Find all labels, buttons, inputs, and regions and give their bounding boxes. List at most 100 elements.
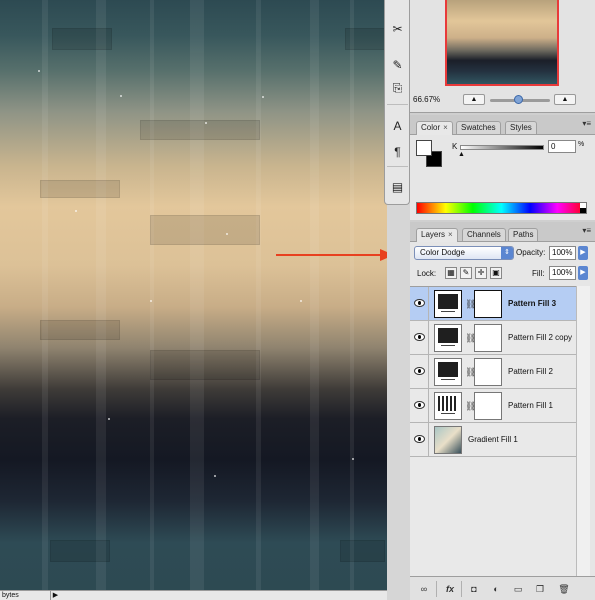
tab-styles[interactable]: Styles — [505, 121, 537, 134]
visibility-toggle[interactable] — [410, 423, 429, 457]
k-channel-label: K — [452, 142, 458, 151]
opacity-field[interactable]: 100% — [549, 246, 576, 260]
zoom-level[interactable]: 66.67% — [413, 95, 440, 104]
layer-mask-thumbnail[interactable] — [474, 358, 502, 386]
layer-row[interactable]: ⛓ Pattern Fill 3 — [410, 287, 576, 321]
link-layers-icon[interactable]: ∞ — [416, 582, 432, 596]
navigator-thumbnail[interactable] — [445, 0, 559, 86]
thumbnail-base — [441, 345, 455, 348]
fx-icon[interactable]: fx — [442, 582, 458, 596]
layer-thumbnail[interactable] — [434, 324, 462, 352]
black-white-swatch[interactable] — [580, 203, 586, 213]
layer-row[interactable]: ⛓ Pattern Fill 1 — [410, 389, 576, 423]
pattern-swatch — [438, 396, 458, 411]
layer-row[interactable]: ⛓ Pattern Fill 2 copy — [410, 321, 576, 355]
new-group-icon[interactable]: ▭ — [510, 582, 526, 596]
annotation-arrow — [276, 249, 387, 261]
dock-divider — [387, 166, 408, 169]
canvas-pattern-block — [345, 28, 385, 50]
layer-name[interactable]: Gradient Fill 1 — [468, 435, 518, 444]
k-channel-value[interactable]: 0 — [548, 140, 576, 153]
layer-list-scrollbar[interactable] — [576, 286, 590, 576]
status-text: bytes — [2, 592, 19, 599]
lock-all-icon[interactable]: ▣ — [490, 267, 502, 279]
fill-label: Fill: — [532, 269, 545, 278]
tab-layers[interactable]: Layers × — [416, 228, 458, 242]
lock-position-icon[interactable]: ✛ — [475, 267, 487, 279]
lock-label: Lock: — [417, 269, 437, 278]
clone-source-icon[interactable]: ⎘ — [388, 79, 407, 98]
visibility-toggle[interactable] — [410, 321, 429, 355]
tab-color[interactable]: Color × — [416, 121, 453, 135]
foreground-color-swatch[interactable] — [416, 140, 432, 156]
color-spectrum-ramp[interactable] — [416, 202, 587, 214]
canvas-speck — [300, 300, 302, 302]
canvas-streak — [96, 0, 106, 590]
fill-slider-arrow-icon[interactable]: ▶ — [578, 266, 588, 280]
status-menu-arrow-icon[interactable]: ▶ — [50, 591, 60, 600]
eye-icon — [414, 299, 425, 307]
tab-paths[interactable]: Paths — [508, 228, 539, 241]
new-layer-icon[interactable]: ❐ — [532, 582, 548, 596]
canvas-pattern-block — [50, 540, 110, 562]
blend-mode-value: Color Dodge — [420, 248, 465, 257]
tab-swatches[interactable]: Swatches — [456, 121, 501, 134]
zoom-out-icon[interactable]: ▲ — [463, 94, 485, 105]
canvas-speck — [108, 418, 110, 420]
canvas-streak — [150, 0, 154, 590]
panel-menu-icon[interactable]: ▾≡ — [582, 226, 591, 235]
canvas-speck — [226, 233, 228, 235]
trash-icon[interactable]: 🗑 — [556, 582, 572, 596]
k-channel-slider[interactable] — [460, 145, 544, 150]
visibility-toggle[interactable] — [410, 355, 429, 389]
visibility-toggle[interactable] — [410, 287, 429, 321]
canvas-speck — [38, 70, 40, 72]
visibility-toggle[interactable] — [410, 389, 429, 423]
k-slider-knob-icon[interactable]: ▲ — [458, 151, 465, 158]
layer-comps-icon[interactable]: ▤ — [388, 177, 407, 196]
canvas-pattern-block — [52, 28, 112, 50]
fill-field[interactable]: 100% — [549, 266, 576, 280]
add-mask-icon[interactable]: ◘ — [466, 582, 482, 596]
close-icon[interactable]: × — [443, 123, 448, 132]
zoom-slider-knob[interactable] — [514, 95, 523, 104]
layer-name[interactable]: Pattern Fill 3 — [508, 299, 556, 308]
lock-image-icon[interactable]: ✎ — [460, 267, 472, 279]
tool-presets-icon[interactable]: ✂ — [388, 19, 407, 38]
canvas-streak — [256, 0, 261, 590]
brushes-icon[interactable]: ✎ — [388, 55, 407, 74]
layer-row[interactable]: ⛓ Pattern Fill 2 — [410, 355, 576, 389]
layer-name[interactable]: Pattern Fill 2 — [508, 367, 553, 376]
character-icon[interactable]: A — [388, 116, 407, 135]
chevron-updown-icon: ⇕ — [501, 247, 513, 259]
thumbnail-base — [441, 413, 455, 416]
layer-row[interactable]: Gradient Fill 1 — [410, 423, 576, 457]
opacity-slider-arrow-icon[interactable]: ▶ — [578, 246, 588, 260]
canvas-speck — [214, 475, 216, 477]
layer-mask-thumbnail[interactable] — [474, 290, 502, 318]
layer-mask-thumbnail[interactable] — [474, 392, 502, 420]
lock-transparency-icon[interactable]: ▦ — [445, 267, 457, 279]
paragraph-icon[interactable]: ¶ — [388, 142, 407, 161]
tab-channels[interactable]: Channels — [462, 228, 506, 241]
canvas-streak — [190, 0, 204, 590]
layer-thumbnail[interactable] — [434, 426, 462, 454]
footer-divider — [461, 581, 462, 597]
layer-mask-thumbnail[interactable] — [474, 324, 502, 352]
layer-thumbnail[interactable] — [434, 392, 462, 420]
adjustment-layer-icon[interactable]: ◐ — [488, 582, 504, 596]
layer-name[interactable]: Pattern Fill 2 copy — [508, 333, 572, 342]
layer-thumbnail[interactable] — [434, 290, 462, 318]
close-icon[interactable]: × — [448, 230, 453, 239]
layer-thumbnail[interactable] — [434, 358, 462, 386]
canvas-pattern-block — [140, 120, 260, 140]
panel-menu-icon[interactable]: ▾≡ — [582, 119, 591, 128]
status-bar: bytes ▶ — [0, 590, 387, 600]
layers-panel: Color Dodge ⇕ Opacity: 100% ▶ Lock: ▦ ✎ … — [410, 242, 595, 600]
document-canvas[interactable] — [0, 0, 387, 590]
layer-name[interactable]: Pattern Fill 1 — [508, 401, 553, 410]
blend-mode-select[interactable]: Color Dodge ⇕ — [414, 246, 514, 260]
fill-swatch — [438, 294, 458, 309]
color-panel-tabs: Color × Swatches Styles ▾≡ — [410, 115, 595, 135]
zoom-in-icon[interactable]: ▲ — [554, 94, 576, 105]
